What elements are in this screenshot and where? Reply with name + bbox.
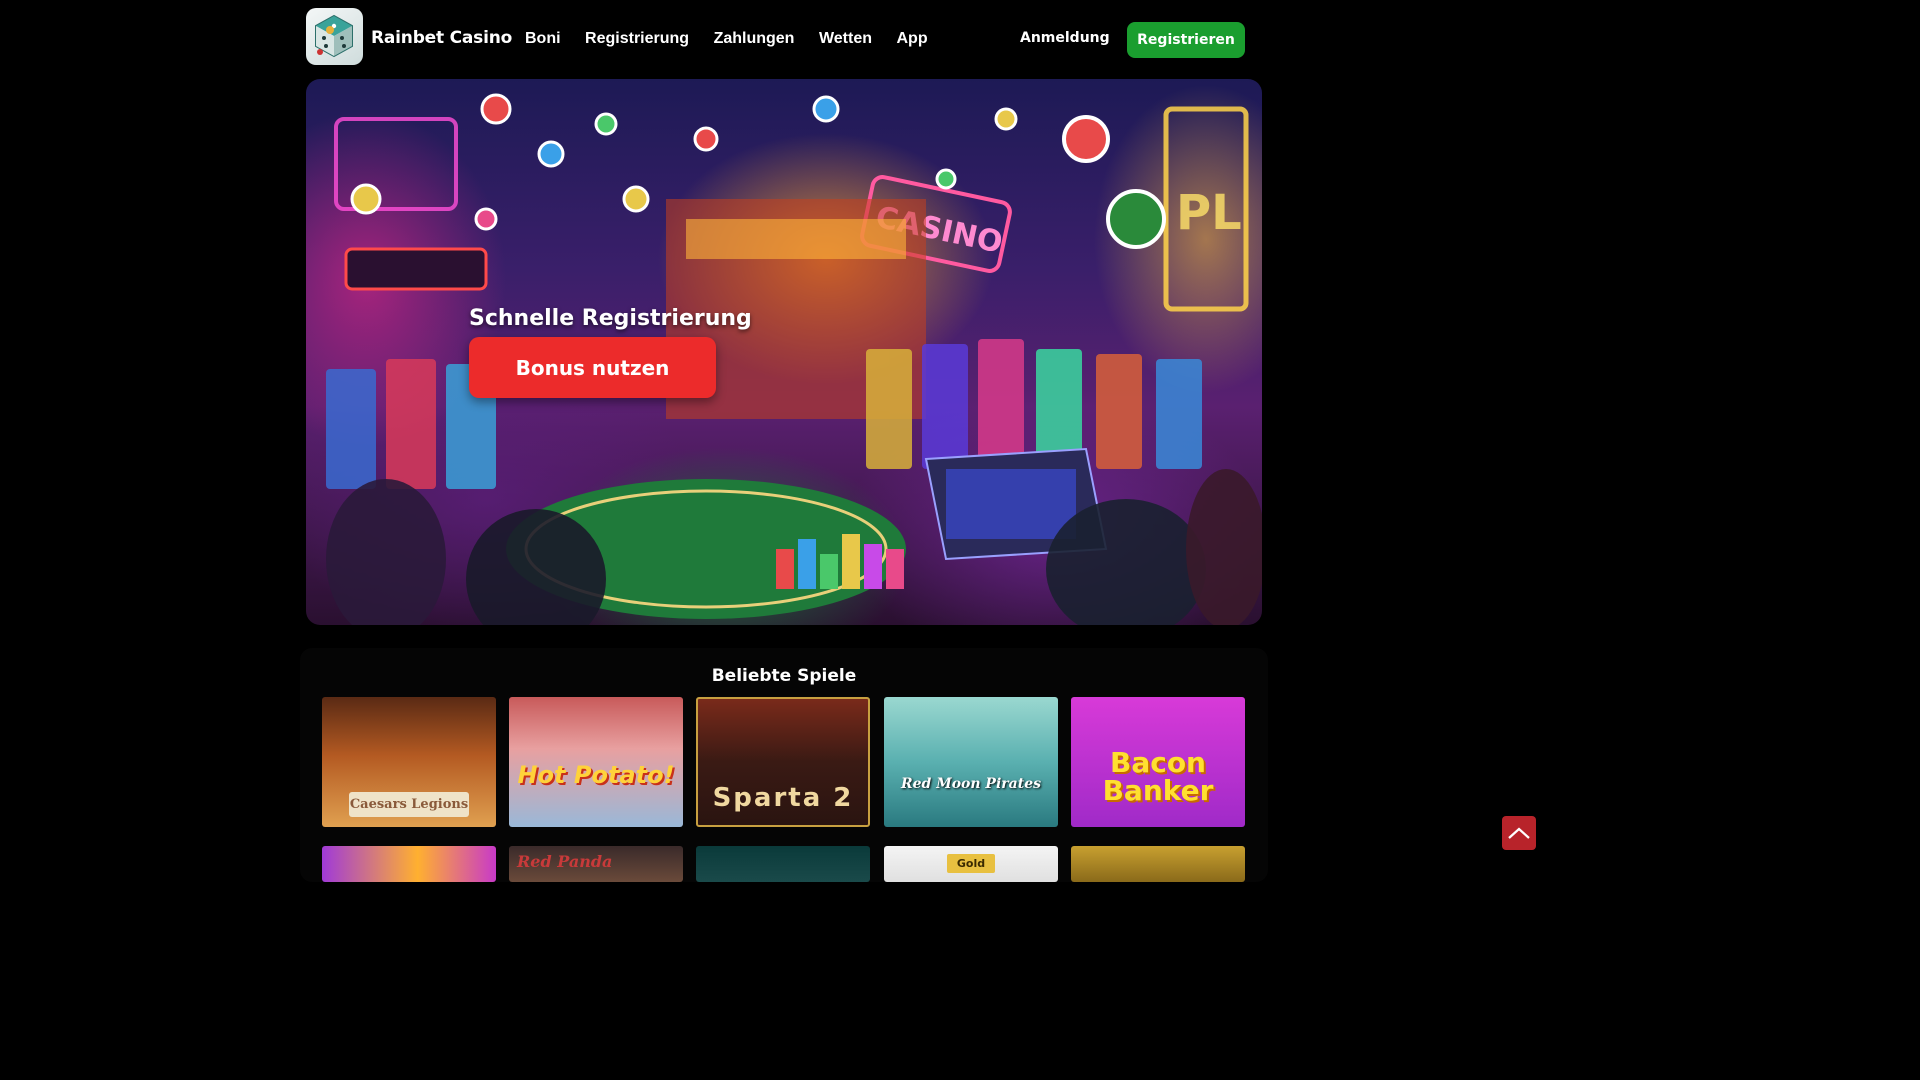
game-title: Caesars Legions xyxy=(349,792,469,817)
login-link[interactable]: Anmeldung xyxy=(1020,30,1110,46)
nav-item-registrierung[interactable]: Registrierung xyxy=(585,30,689,48)
hero-banner: PL CASINO Schnelle Registrierung Bonus n… xyxy=(306,79,1262,625)
hero-title: Schnelle Registrierung xyxy=(469,306,752,331)
game-title: Gold xyxy=(946,854,996,873)
nav-item-app[interactable]: App xyxy=(897,30,928,48)
game-title: Red Panda xyxy=(517,852,613,871)
svg-text:PL: PL xyxy=(1176,185,1242,241)
game-tile-red-panda[interactable]: Red Panda xyxy=(509,846,683,882)
game-tile-red-moon-pirates[interactable]: Red Moon Pirates xyxy=(884,697,1058,827)
brand-name[interactable]: Rainbet Casino xyxy=(371,28,512,48)
nav-item-boni[interactable]: Boni xyxy=(525,30,561,48)
game-title: Red Moon Pirates xyxy=(901,776,1041,792)
game-tile-gold[interactable]: Gold xyxy=(884,846,1058,882)
game-title: Bacon Banker xyxy=(1102,746,1214,807)
game-tile-hot-potato[interactable]: Hot Potato! xyxy=(509,697,683,827)
main-nav: Boni Registrierung Zahlungen Wetten App xyxy=(525,30,952,48)
game-tile-row2-3[interactable] xyxy=(696,846,870,882)
brand-logo[interactable] xyxy=(306,8,363,65)
game-title: Hot Potato! xyxy=(517,761,675,789)
nav-item-zahlungen[interactable]: Zahlungen xyxy=(714,30,795,48)
section-title: Beliebte Spiele xyxy=(711,666,857,686)
dice-logo-icon xyxy=(315,14,353,58)
register-button[interactable]: Registrieren xyxy=(1127,22,1245,58)
casino-scene-illustration: PL CASINO xyxy=(326,93,1262,625)
chevron-up-icon xyxy=(1508,827,1530,839)
game-tile-caesars-legions[interactable]: Caesars Legions xyxy=(322,697,496,827)
bonus-cta-button[interactable]: Bonus nutzen xyxy=(469,337,716,398)
scroll-to-top-button[interactable] xyxy=(1502,816,1536,850)
game-title: Sparta 2 xyxy=(712,783,854,813)
game-tile-bacon-banker[interactable]: Bacon Banker xyxy=(1071,697,1245,827)
game-tile-sparta-2[interactable]: Sparta 2 xyxy=(696,697,870,827)
popular-games-section: Beliebte Spiele Caesars Legions Hot Pota… xyxy=(300,648,1268,882)
game-tile-row2-1[interactable] xyxy=(322,846,496,882)
nav-item-wetten[interactable]: Wetten xyxy=(819,30,872,48)
game-tile-row2-5[interactable] xyxy=(1071,846,1245,882)
site-header: Rainbet Casino Boni Registrierung Zahlun… xyxy=(306,8,1246,66)
